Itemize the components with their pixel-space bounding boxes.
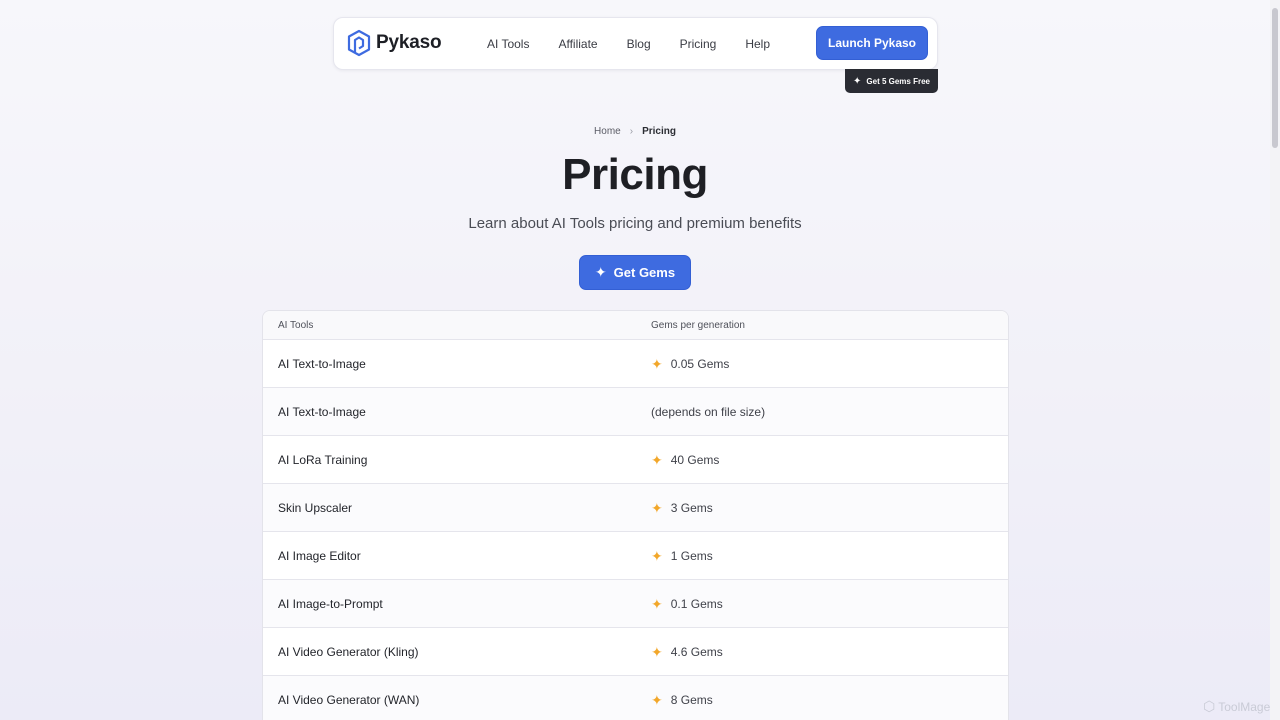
sparkle-icon: ✦ <box>594 264 607 280</box>
get-free-gems-badge[interactable]: ✦ Get 5 Gems Free <box>845 69 938 93</box>
gems-cost: ✦ 8 Gems <box>651 693 713 707</box>
tool-name: Skin Upscaler <box>278 500 353 515</box>
table-header: AI Tools Gems per generation <box>263 311 1008 340</box>
page-title: Pricing <box>562 150 708 199</box>
nav-links: AI Tools Affiliate Blog Pricing Help <box>487 18 799 69</box>
table-row: AI Video Generator (Kling) ✦ 4.6 Gems <box>263 628 1008 676</box>
table-row: Skin Upscaler ✦ 3 Gems <box>263 484 1008 532</box>
gem-icon: ✦ <box>651 451 663 468</box>
tool-name: AI Video Generator (WAN) <box>278 692 420 707</box>
gem-icon: ✦ <box>651 355 663 372</box>
tool-name: AI Text-to-Image <box>278 356 366 371</box>
gems-cost: (depends on file size) <box>651 405 765 419</box>
gems-cost: ✦ 4.6 Gems <box>651 645 723 659</box>
get-gems-label: Get Gems <box>613 265 676 280</box>
gems-cost: ✦ 0.1 Gems <box>651 597 723 611</box>
launch-app-button[interactable]: Launch Pykaso <box>816 26 928 60</box>
gem-icon: ✦ <box>651 547 663 564</box>
get-gems-button[interactable]: ✦ Get Gems <box>579 255 691 290</box>
table-row: AI Image-to-Prompt ✦ 0.1 Gems <box>263 580 1008 628</box>
gems-cost: ✦ 1 Gems <box>651 549 713 563</box>
gems-cost: ✦ 0.05 Gems <box>651 357 729 371</box>
watermark-logo-icon: ⬡ <box>1203 698 1216 714</box>
nav-link-affiliate[interactable]: Affiliate <box>558 37 597 51</box>
breadcrumb-current: Pricing <box>642 126 676 137</box>
nav-link-help[interactable]: Help <box>745 37 770 51</box>
gems-value: 4.6 Gems <box>670 644 723 659</box>
gems-value: 1 Gems <box>670 548 713 563</box>
gems-value: 8 Gems <box>670 692 713 707</box>
hexagon-logo-icon <box>347 29 371 57</box>
top-navbar: Pykaso AI Tools Affiliate Blog Pricing H… <box>333 17 938 70</box>
watermark-text: ToolMage <box>1218 699 1271 714</box>
column-header-gems: Gems per generation <box>651 319 745 331</box>
page-subtitle: Learn about AI Tools pricing and premium… <box>468 215 802 232</box>
nav-link-ai-tools[interactable]: AI Tools <box>487 37 529 51</box>
table-row: AI Text-to-Image ✦ 0.05 Gems <box>263 340 1008 388</box>
table-row: AI LoRa Training ✦ 40 Gems <box>263 436 1008 484</box>
chevron-right-icon: › <box>629 126 634 137</box>
nav-link-pricing[interactable]: Pricing <box>680 37 717 51</box>
gems-value: (depends on file size) <box>651 404 766 419</box>
scrollbar-thumb[interactable] <box>1272 8 1278 148</box>
gem-icon: ✦ <box>651 499 663 516</box>
get-free-gems-label: Get 5 Gems Free <box>866 76 930 86</box>
table-row: AI Video Generator (WAN) ✦ 8 Gems <box>263 676 1008 720</box>
pricing-table: AI Tools Gems per generation AI Text-to-… <box>262 310 1009 720</box>
sparkle-icon: ✦ <box>853 75 862 87</box>
gems-value: 40 Gems <box>670 452 720 467</box>
gem-icon: ✦ <box>651 595 663 612</box>
breadcrumb: Home › Pricing <box>0 126 1270 137</box>
breadcrumb-home[interactable]: Home <box>594 126 621 137</box>
table-row: AI Text-to-Image (depends on file size) <box>263 388 1008 436</box>
gems-value: 0.05 Gems <box>670 356 730 371</box>
gem-icon: ✦ <box>651 691 663 708</box>
brand-name: Pykaso <box>376 32 442 53</box>
page-scrollbar[interactable] <box>1270 0 1280 720</box>
gems-cost: ✦ 3 Gems <box>651 501 713 515</box>
watermark: ⬡ ToolMage <box>1203 698 1270 715</box>
tool-name: AI Video Generator (Kling) <box>278 644 419 659</box>
brand-logo[interactable]: Pykaso <box>346 29 442 57</box>
nav-link-blog[interactable]: Blog <box>627 37 651 51</box>
tool-name: AI Image-to-Prompt <box>278 596 383 611</box>
tool-name: AI LoRa Training <box>278 452 368 467</box>
tool-name: AI Text-to-Image <box>278 404 366 419</box>
table-row: AI Image Editor ✦ 1 Gems <box>263 532 1008 580</box>
gem-icon: ✦ <box>651 643 663 660</box>
tool-name: AI Image Editor <box>278 548 361 563</box>
gems-value: 3 Gems <box>670 500 713 515</box>
column-header-tools: AI Tools <box>278 319 314 331</box>
gems-value: 0.1 Gems <box>670 596 723 611</box>
gems-cost: ✦ 40 Gems <box>651 453 719 467</box>
